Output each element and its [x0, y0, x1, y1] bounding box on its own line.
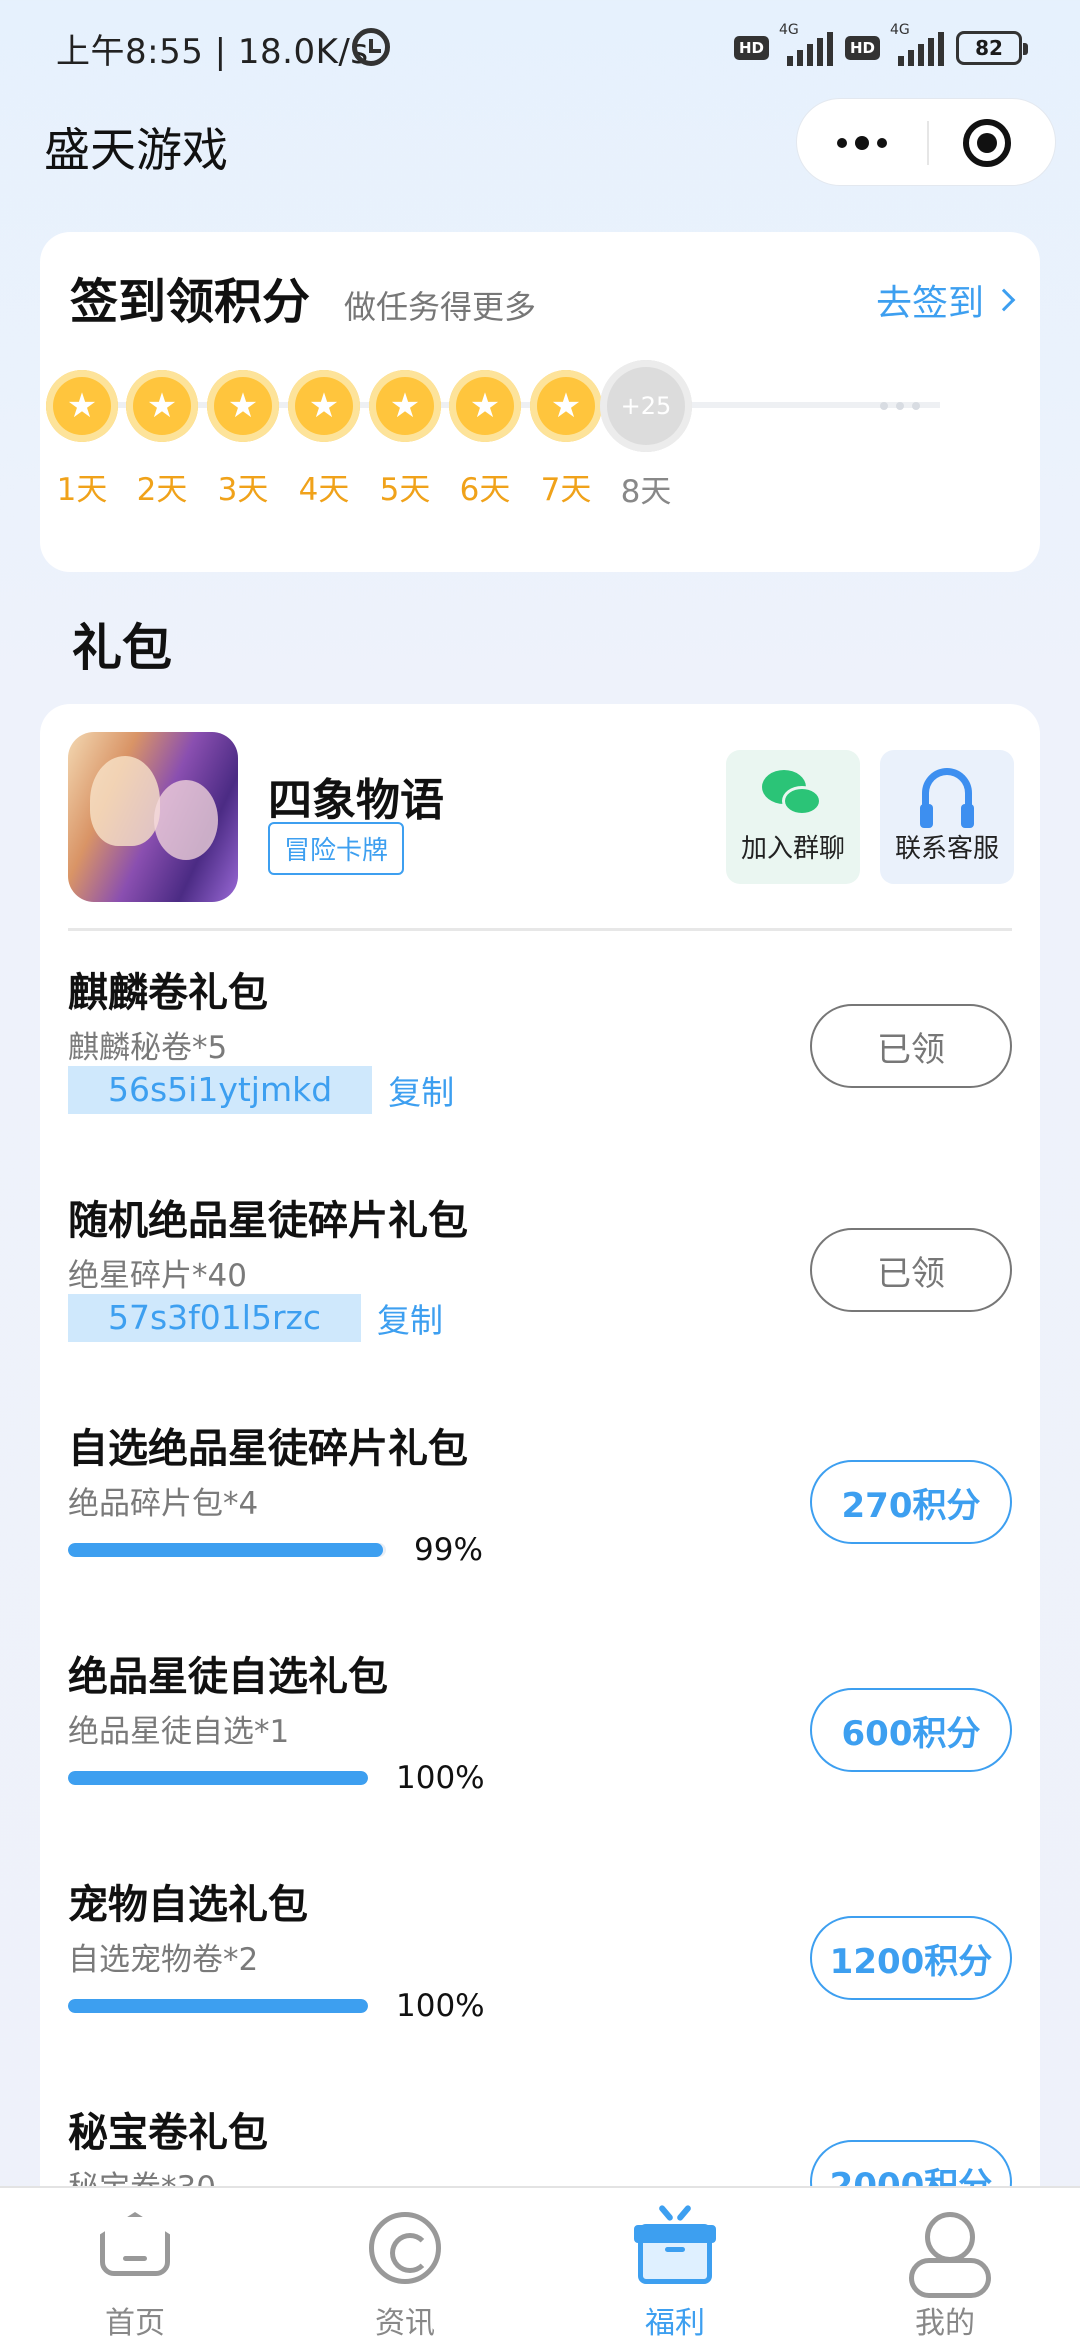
gift-item: 随机绝品星徒碎片礼包 绝星碎片*40 57s3f01l5rzc 复制 已领	[68, 1188, 1012, 1408]
coin-star-icon: ★	[369, 370, 441, 442]
status-icons: HD 4G HD 4G 82	[733, 22, 1028, 70]
join-group-button[interactable]: 加入群聊	[726, 750, 860, 884]
checkin-day: ★ 1天	[46, 370, 118, 509]
gift-item: 宠物自选礼包 自选宠物卷*2 100% 1200积分	[68, 1872, 1012, 2092]
claimed-button[interactable]: 已领	[810, 1228, 1012, 1312]
checkin-subtitle: 做任务得更多	[344, 288, 537, 326]
coin-star-icon: ★	[530, 370, 602, 442]
progress-label: 99%	[414, 1532, 483, 1568]
progress-fill	[68, 1999, 368, 2013]
game-icon[interactable]	[68, 732, 238, 902]
gift-name: 随机绝品星徒碎片礼包	[68, 1198, 468, 1244]
wechat-icon	[726, 750, 860, 828]
coin-star-icon: ★	[449, 370, 521, 442]
gift-icon	[634, 2224, 716, 2284]
gift-section-title: 礼包	[72, 619, 172, 677]
page-title: 盛天游戏	[44, 123, 228, 177]
profile-icon	[909, 2212, 991, 2298]
game-genre-tag: 冒险卡牌	[268, 822, 405, 875]
checkin-day-upcoming: +25 8天	[596, 360, 696, 511]
checkin-day: ★ 3天	[207, 370, 279, 509]
coin-star-icon: ★	[46, 370, 118, 442]
gift-desc: 绝品星徒自选*1	[68, 1714, 290, 1750]
stock-progress: 99%	[68, 1532, 483, 1568]
gift-code[interactable]: 57s3f01l5rzc	[68, 1294, 361, 1342]
checkin-day: ★ 6天	[449, 370, 521, 509]
claimed-button[interactable]: 已领	[810, 1004, 1012, 1088]
redeem-button[interactable]: 600积分	[810, 1688, 1012, 1772]
coin-reward-icon: +25	[600, 360, 692, 452]
hd-icon: HD	[844, 36, 880, 60]
checkin-day: ★ 4天	[288, 370, 360, 509]
alarm-icon	[352, 28, 390, 66]
progress-fill	[68, 1543, 383, 1557]
gift-card: 四象物语 冒险卡牌 加入群聊 联系客服 麒麟卷礼包 麒麟秘卷*5 56s5i1y…	[40, 704, 1040, 2340]
close-program-button[interactable]	[963, 119, 1011, 167]
gift-item: 自选绝品星徒碎片礼包 绝品碎片包*4 99% 270积分	[68, 1416, 1012, 1636]
home-icon	[100, 2212, 170, 2276]
gift-code[interactable]: 56s5i1ytjmkd	[68, 1066, 373, 1114]
gift-desc: 绝星碎片*40	[68, 1258, 247, 1294]
tab-profile[interactable]: 我的	[810, 2188, 1080, 2340]
capsule-divider	[927, 121, 929, 165]
divider	[68, 928, 1012, 931]
coin-star-icon: ★	[126, 370, 198, 442]
gift-name: 绝品星徒自选礼包	[68, 1654, 388, 1700]
checkin-card: 签到领积分 做任务得更多 去签到 ★ 1天 ★ 2天 ★ 3天 ★ 4天 ★ 5…	[40, 232, 1040, 572]
redeem-button[interactable]: 270积分	[810, 1460, 1012, 1544]
signal-icon: 4G	[890, 22, 946, 68]
bottom-tab-bar: 首页 资讯 福利 我的	[0, 2186, 1080, 2340]
gift-item: 绝品星徒自选礼包 绝品星徒自选*1 100% 600积分	[68, 1644, 1012, 1864]
signal-icon: 4G	[779, 22, 835, 68]
checkin-link[interactable]: 去签到	[876, 274, 1016, 326]
more-icon	[837, 138, 847, 148]
mini-program-capsule	[796, 98, 1056, 186]
news-icon	[369, 2212, 441, 2284]
gift-item: 麒麟卷礼包 麒麟秘卷*5 56s5i1ytjmkd 复制 已领	[68, 960, 1012, 1180]
gift-bow-icon	[655, 2204, 695, 2222]
copy-button[interactable]: 复制	[388, 1066, 454, 1114]
gift-name: 自选绝品星徒碎片礼包	[68, 1426, 468, 1472]
battery-icon: 82	[956, 31, 1028, 65]
chevron-right-icon	[992, 288, 1016, 312]
coin-star-icon: ★	[207, 370, 279, 442]
gift-desc: 绝品碎片包*4	[68, 1486, 259, 1522]
tab-welfare[interactable]: 福利	[540, 2188, 810, 2340]
gift-name: 麒麟卷礼包	[68, 970, 268, 1016]
checkin-day: ★ 2天	[126, 370, 198, 509]
game-name: 四象物语	[268, 775, 444, 826]
more-button[interactable]	[797, 99, 927, 187]
stock-progress: 100%	[68, 1988, 485, 2024]
stock-progress: 100%	[68, 1760, 485, 1796]
status-time: 上午8:55 | 18.0K/s	[56, 32, 369, 72]
progress-fill	[68, 1771, 368, 1785]
gift-name: 宠物自选礼包	[68, 1882, 308, 1928]
gift-desc: 麒麟秘卷*5	[68, 1030, 228, 1066]
tab-news[interactable]: 资讯	[270, 2188, 540, 2340]
tab-home[interactable]: 首页	[0, 2188, 270, 2340]
hd-icon: HD	[733, 36, 769, 60]
dots-icon	[880, 402, 920, 410]
gift-desc: 自选宠物卷*2	[68, 1942, 259, 1978]
status-bar: 上午8:55 | 18.0K/s HD 4G HD 4G 82	[0, 0, 1080, 96]
checkin-day: ★ 7天	[530, 370, 602, 509]
headset-icon	[880, 750, 1014, 828]
gift-name: 秘宝卷礼包	[68, 2110, 268, 2156]
progress-label: 100%	[396, 1988, 485, 2024]
copy-button[interactable]: 复制	[377, 1294, 443, 1342]
coin-star-icon: ★	[288, 370, 360, 442]
redeem-button[interactable]: 1200积分	[810, 1916, 1012, 2000]
checkin-day: ★ 5天	[369, 370, 441, 509]
progress-label: 100%	[396, 1760, 485, 1796]
customer-service-button[interactable]: 联系客服	[880, 750, 1014, 884]
checkin-title: 签到领积分	[70, 274, 311, 330]
